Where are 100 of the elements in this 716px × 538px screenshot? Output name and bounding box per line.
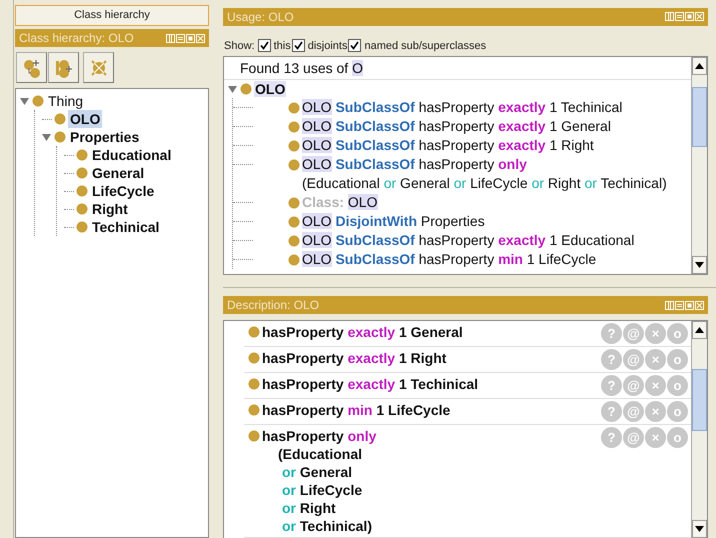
row-action-button[interactable]: ? [601,348,622,370]
class-icon [54,131,66,143]
row-action-button[interactable]: × [645,374,666,396]
toolbar-button[interactable] [48,52,79,83]
row-action-button[interactable]: @ [623,400,644,422]
tree-item[interactable]: Techinical [90,218,162,236]
tree-item[interactable]: OLO [68,110,102,128]
tree-item[interactable]: Right [90,200,130,218]
scroll-thumb[interactable] [692,368,707,431]
row-action-button[interactable]: ? [601,322,622,344]
maximize-icon[interactable] [186,34,195,42]
show-label: Show: [224,40,255,52]
row-action-button[interactable]: @ [623,374,644,396]
checkbox-label: named sub/superclasses [364,40,486,52]
class-icon [76,149,88,161]
class-icon [54,113,66,125]
split-view-icon[interactable] [665,300,674,310]
axiom-text: hasProperty only [262,426,376,445]
axiom-text: OLO SubClassOf hasProperty exactly 1 General [302,117,611,136]
axiom-text: hasProperty exactly 1 Techinical [262,374,478,393]
add-sibling-icon [54,58,74,78]
scroll-up-icon[interactable] [695,63,704,70]
class-icon [288,121,300,134]
class-icon [248,404,260,416]
delete-class-icon [88,58,108,78]
toolbar-button[interactable] [83,52,114,83]
axiom-text: hasProperty min 1 LifeCycle [262,400,450,419]
class-icon [76,167,88,179]
scroll-down-icon[interactable] [695,262,704,268]
axiom-text: OLO SubClassOf hasProperty exactly 1 Educational [302,231,634,250]
class-icon [248,352,260,364]
tab[interactable]: Class hierarchy [15,5,209,26]
axiom-text: or LifeCycle [282,480,362,499]
scrollbar[interactable] [691,320,707,538]
close-icon[interactable] [695,12,704,22]
panel-title: Usage: OLO [227,10,294,24]
panel-title: Description: OLO [227,298,320,312]
row-action-button[interactable]: × [645,348,666,370]
panel-title: Class hierarchy: OLO [19,31,134,45]
split-view-icon[interactable] [665,12,674,22]
tree-item[interactable]: OLO [254,81,286,98]
row-action-button[interactable]: × [645,322,666,344]
tree-item[interactable]: Educational [90,146,174,164]
axiom-text: OLO SubClassOf hasProperty exactly 1 Right [302,136,594,156]
class-icon [288,102,300,114]
axiom-text: (Educational [278,444,362,463]
axiom-text: hasProperty exactly 1 General [262,322,463,341]
class-icon [76,221,88,233]
class-icon [288,197,300,210]
add-subclass-icon [22,58,42,78]
axiom-text: (Educational or General or LifeCycle or Right or Techinical) [302,174,667,194]
scroll-down-icon[interactable] [695,526,704,532]
check-icon [294,41,303,50]
tree-item[interactable]: Properties [68,128,142,146]
axiom-text: OLO SubClassOf hasProperty exactly 1 Techinical [302,98,622,118]
class-icon [32,95,44,107]
row-action-button[interactable]: ? [601,400,622,422]
tree-item[interactable]: Thing [46,92,86,110]
class-icon [76,185,88,197]
scroll-up-icon[interactable] [695,326,704,333]
class-icon [288,235,300,248]
expanded-icon[interactable] [20,96,30,106]
class-icon [248,430,260,442]
row-action-button[interactable]: @ [623,322,644,344]
class-icon [248,326,260,338]
row-action-button[interactable]: × [645,400,666,422]
expanded-icon[interactable] [42,132,52,142]
class-icon [240,83,252,96]
row-action-button[interactable]: ? [601,374,622,396]
minimize-icon[interactable] [176,34,185,42]
class-icon [288,216,300,228]
axiom-text: OLO SubClassOf hasProperty only [302,155,528,174]
scroll-thumb[interactable] [692,87,707,148]
checkbox[interactable] [258,39,271,52]
class-icon [288,254,300,266]
checkbox[interactable] [292,39,305,52]
close-icon[interactable] [695,300,704,310]
tree-item[interactable]: LifeCycle [90,182,156,200]
checkbox[interactable] [348,39,362,52]
check-icon [350,41,360,50]
usage-summary: Found 13 uses of O [224,57,691,80]
split-view-icon[interactable] [166,34,175,42]
expanded-icon[interactable] [228,84,238,94]
row-action-button[interactable]: @ [623,348,644,370]
row-action-button[interactable]: × [645,426,666,448]
check-icon [260,41,269,50]
maximize-icon[interactable] [685,12,694,22]
scrollbar[interactable] [691,57,707,274]
tree-item[interactable]: General [90,164,146,182]
minimize-icon[interactable] [675,300,684,310]
axiom-text: OLO DisjointWith Properties [302,212,485,232]
close-icon[interactable] [196,34,205,42]
minimize-icon[interactable] [675,12,684,22]
maximize-icon[interactable] [685,300,694,310]
row-action-button[interactable]: @ [623,426,644,448]
row-action-button[interactable]: ? [601,426,622,448]
class-icon [76,203,88,215]
axiom-text: hasProperty exactly 1 Right [262,348,446,367]
class-icon [288,140,300,152]
toolbar-button[interactable] [16,52,47,83]
